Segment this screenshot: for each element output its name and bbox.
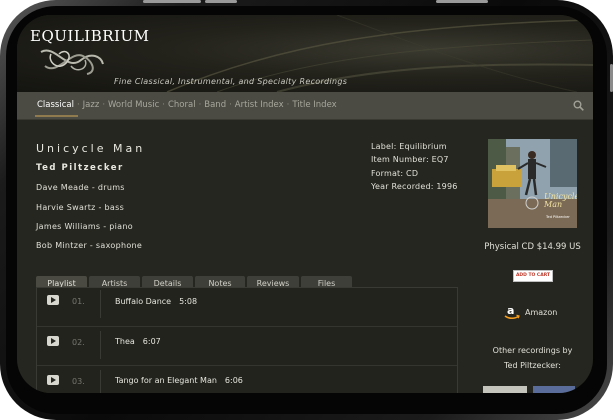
track-number: 01. xyxy=(72,297,85,306)
main-nav: Classical · Jazz · World Music · Choral · Band · A… xyxy=(17,92,593,120)
volume-button xyxy=(205,0,237,3)
track-duration: 6:07 xyxy=(142,337,161,346)
site-tagline: Fine Classical, Instrumental, and Specia… xyxy=(114,77,348,86)
nav-item-jazz[interactable]: Jazz xyxy=(83,100,100,110)
album-format: Format: CD xyxy=(371,169,419,178)
track-row[interactable]: 01. Buffalo Dance 5:08 xyxy=(37,288,457,327)
nav-separator: · xyxy=(162,100,165,110)
cover-artist: Ted Piltzecker xyxy=(546,215,570,219)
power-button xyxy=(436,0,488,3)
musician-credit: James Williams - piano xyxy=(36,222,133,231)
track-divider xyxy=(100,290,101,318)
track-number: 03. xyxy=(72,377,85,386)
price-label: Physical CD $14.99 US xyxy=(484,242,581,252)
album-year: Year Recorded: 1996 xyxy=(371,182,458,191)
track-number: 02. xyxy=(72,338,85,347)
nav-items: Classical · Jazz · World Music · Choral · Band · A… xyxy=(37,100,337,110)
play-icon[interactable] xyxy=(47,375,59,385)
musician-credit: Harvie Swartz - bass xyxy=(36,203,125,212)
track-title: Thea 6:07 xyxy=(115,337,161,346)
other-recording-thumbnail[interactable] xyxy=(533,386,575,393)
add-to-cart-button[interactable]: ADD TO CART xyxy=(513,270,553,282)
play-icon[interactable] xyxy=(47,295,59,305)
album-title: Unicycle Man xyxy=(36,142,146,155)
nav-separator: · xyxy=(76,100,80,110)
nav-separator: · xyxy=(198,100,202,110)
screen: EQUILIBRIUM Fine Classical, Instrumental… xyxy=(17,15,593,393)
musician-credit: Dave Meade - drums xyxy=(36,183,125,192)
track-title: Buffalo Dance 5:08 xyxy=(115,297,198,306)
tablet-frame: EQUILIBRIUM Fine Classical, Instrumental… xyxy=(0,0,613,420)
nav-active-underline xyxy=(35,115,78,117)
nav-item-band[interactable]: Band xyxy=(204,100,226,110)
celtic-knot-logo-icon xyxy=(40,49,104,75)
other-recordings-heading: Other recordings by Ted Piltzecker: xyxy=(492,346,573,370)
album-label: Label: Equilibrium xyxy=(371,142,447,151)
album-item-number: Item Number: EQ7 xyxy=(371,155,449,164)
track-row[interactable]: 03. Tango for an Elegant Man 6:06 xyxy=(37,366,457,393)
volume-button xyxy=(143,0,201,3)
track-duration: 6:06 xyxy=(224,376,243,385)
nav-item-world-music[interactable]: World Music xyxy=(108,100,159,110)
amazon-icon: a xyxy=(504,304,520,320)
track-divider xyxy=(100,331,101,359)
nav-item-choral[interactable]: Choral xyxy=(168,100,196,110)
site-logo[interactable]: EQUILIBRIUM xyxy=(30,27,149,45)
playlist: 01. Buffalo Dance 5:08 02. Thea 6:07 03. T… xyxy=(36,287,458,393)
play-icon[interactable] xyxy=(47,336,59,346)
other-recording-thumbnail[interactable] xyxy=(483,386,527,393)
musician-credit: Bob Mintzer - saxophone xyxy=(36,241,143,250)
nav-item-artist-index[interactable]: Artist Index xyxy=(235,100,284,110)
nav-separator: · xyxy=(286,100,290,110)
track-row[interactable]: 02. Thea 6:07 xyxy=(37,327,457,366)
amazon-label: Amazon xyxy=(525,308,558,317)
site-header: EQUILIBRIUM Fine Classical, Instrumental… xyxy=(17,15,593,92)
nav-separator: · xyxy=(102,100,106,110)
album-cover[interactable]: Unicycle Man Ted Piltzecker xyxy=(488,139,577,228)
cover-title: Unicycle Man xyxy=(544,192,577,209)
track-duration: 5:08 xyxy=(179,297,198,306)
track-divider xyxy=(100,370,101,393)
album-artist[interactable]: Ted Piltzecker xyxy=(36,163,124,173)
nav-separator: · xyxy=(229,100,232,110)
track-title: Tango for an Elegant Man 6:06 xyxy=(115,376,243,385)
svg-text:a: a xyxy=(507,304,514,317)
nav-item-classical[interactable]: Classical xyxy=(37,100,74,110)
search-icon[interactable] xyxy=(573,100,584,111)
nav-item-title-index[interactable]: Title Index xyxy=(292,100,336,110)
